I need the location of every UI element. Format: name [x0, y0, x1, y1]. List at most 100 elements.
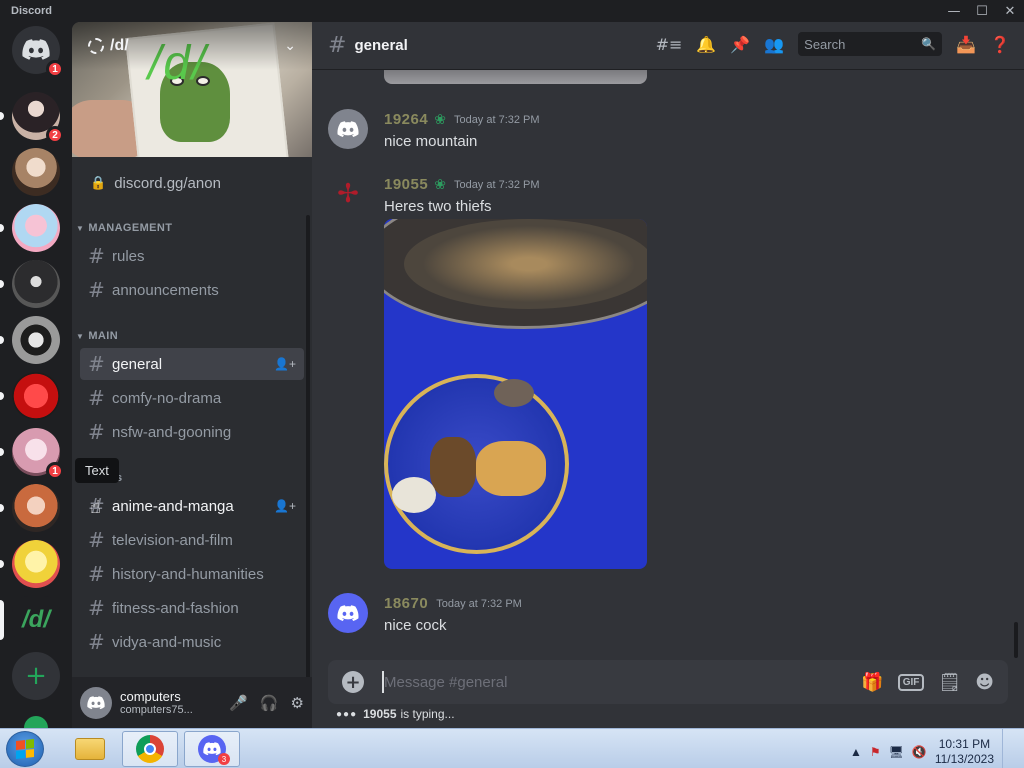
help-icon[interactable]: ❓	[990, 35, 1010, 54]
clock-time: 10:31 PM	[938, 737, 991, 751]
show-desktop-button[interactable]	[1002, 729, 1014, 768]
user-names[interactable]: computers computers75...	[120, 689, 193, 716]
maximize-icon[interactable]: ☐	[968, 0, 996, 22]
hash-icon: #	[88, 630, 105, 654]
channel-anime-and-manga[interactable]: # anime-and-manga 👤+	[80, 490, 304, 522]
discord-logo-icon	[87, 695, 105, 709]
server-icon[interactable]	[0, 372, 60, 420]
show-hidden-icons-icon[interactable]: ▲	[850, 745, 862, 759]
channel-vidya-and-music[interactable]: # vidya-and-music	[80, 626, 304, 658]
gift-icon[interactable]: 🎁	[861, 672, 883, 693]
channel-announcements[interactable]: # announcements	[80, 274, 304, 306]
message-author[interactable]: 19055	[384, 176, 428, 193]
pin-icon[interactable]: 📌	[730, 35, 750, 54]
image-attachment[interactable]	[384, 219, 647, 569]
volume-muted-icon[interactable]: 🔇	[912, 745, 927, 759]
header-tools: #≡ 🔔 📌 👥 Search 🔍 📥 ❓	[656, 32, 1010, 56]
server-icon[interactable]	[0, 260, 60, 308]
sidebar-scrollbar[interactable]	[306, 215, 310, 725]
previous-image-attachment[interactable]	[384, 70, 647, 84]
typing-user: 19055	[363, 707, 397, 721]
members-icon[interactable]: 👥	[764, 35, 784, 54]
message-author[interactable]: 18670	[384, 595, 428, 612]
avatar[interactable]	[328, 109, 368, 149]
add-member-icon[interactable]: 👤+	[274, 499, 296, 513]
category-label: MANAGEMENT	[88, 222, 173, 234]
server-icon[interactable]	[0, 316, 60, 364]
selected-pill	[0, 600, 4, 640]
avatar[interactable]: ✢	[328, 174, 368, 214]
typing-text: is typing...	[400, 707, 455, 721]
close-icon[interactable]: ✕	[996, 0, 1024, 22]
sticker-icon[interactable]: 🗒	[938, 672, 961, 693]
start-button[interactable]	[6, 731, 44, 767]
headphones-icon[interactable]: 🎧	[260, 694, 279, 712]
channel-nsfw[interactable]: # nsfw-and-gooning	[80, 416, 304, 448]
channel-rules[interactable]: # rules	[80, 240, 304, 272]
notification-badge: 1	[46, 60, 64, 78]
discord-logo-icon	[337, 120, 359, 137]
server-icon-selected[interactable]: /d/	[0, 596, 60, 644]
attach-plus-icon[interactable]: +	[342, 671, 364, 693]
gif-icon[interactable]: GIF	[897, 673, 925, 691]
clock[interactable]: 10:31 PM 11/13/2023	[935, 737, 994, 767]
unread-pill	[0, 112, 4, 120]
server-icon[interactable]	[0, 204, 60, 252]
clock-date: 11/13/2023	[934, 752, 994, 766]
message-input[interactable]	[384, 673, 804, 691]
channel-fitness-and-fashion[interactable]: # fitness-and-fashion	[80, 592, 304, 624]
network-icon[interactable]: 🖥	[889, 745, 904, 759]
unread-pill	[0, 392, 4, 400]
avatar[interactable]	[80, 686, 112, 719]
add-server-button[interactable]: +	[12, 652, 60, 700]
server-icon[interactable]: 2	[0, 92, 64, 144]
chat-scrollbar[interactable]	[1014, 622, 1018, 658]
channel-label: history-and-humanities	[112, 565, 264, 583]
channel-label: vidya-and-music	[112, 633, 222, 651]
channel-comfy-no-drama[interactable]: # comfy-no-drama	[80, 382, 304, 414]
server-icon[interactable]	[0, 484, 60, 532]
message-author[interactable]: 19264	[384, 111, 428, 128]
server-avatar	[12, 148, 60, 196]
search-input[interactable]: Search 🔍	[798, 32, 943, 56]
unread-pill	[0, 224, 4, 232]
minimize-icon[interactable]: —	[940, 0, 968, 22]
message-timestamp: Today at 7:32 PM	[453, 178, 540, 191]
composer-tools: 🎁 GIF 🗒 ☻	[861, 672, 994, 693]
chrome-button[interactable]	[122, 731, 178, 767]
discord-taskbar-button[interactable]: 3	[184, 731, 240, 767]
bell-icon[interactable]: 🔔	[696, 35, 716, 54]
emoji-icon[interactable]: ☻	[975, 672, 994, 693]
file-explorer-button[interactable]	[62, 731, 118, 767]
discord-logo-icon: 3	[198, 735, 230, 765]
invite-link[interactable]: 🔒 discord.gg/anon	[80, 167, 304, 199]
server-header[interactable]: /d/ ⌄	[72, 22, 312, 70]
hash-icon: #	[88, 244, 105, 268]
threads-icon[interactable]: #≡	[656, 35, 683, 54]
server-icon[interactable]	[12, 148, 60, 196]
microphone-icon[interactable]: 🎤	[229, 694, 248, 712]
server-icon[interactable]	[0, 540, 60, 588]
home-button[interactable]: 1	[12, 26, 64, 78]
category-main[interactable]: ▼ MAIN	[76, 326, 118, 346]
windows-logo-segment	[25, 748, 34, 758]
inbox-icon[interactable]: 📥	[956, 35, 976, 54]
add-member-icon[interactable]: 👤+	[274, 357, 296, 371]
avatar[interactable]	[328, 593, 368, 633]
channel-television-and-film[interactable]: # television-and-film	[80, 524, 304, 556]
chevron-down-icon[interactable]: ⌄	[284, 38, 296, 54]
server-icon[interactable]: 1	[0, 428, 64, 480]
channel-label: announcements	[112, 281, 219, 299]
unread-pill	[0, 280, 4, 288]
hash-icon: #	[88, 562, 105, 586]
channel-label: rules	[112, 247, 145, 265]
lock-icon: 🔒	[90, 175, 107, 190]
gear-icon[interactable]: ⚙	[291, 694, 304, 712]
chrome-icon	[136, 735, 164, 763]
unread-pill	[0, 336, 4, 344]
explore-servers-icon[interactable]	[24, 716, 48, 728]
channel-history-and-humanities[interactable]: # history-and-humanities	[80, 558, 304, 590]
action-center-icon[interactable]: ⚑	[870, 745, 881, 759]
category-management[interactable]: ▼ MANAGEMENT	[76, 218, 172, 238]
channel-general[interactable]: # general 👤+	[80, 348, 304, 380]
